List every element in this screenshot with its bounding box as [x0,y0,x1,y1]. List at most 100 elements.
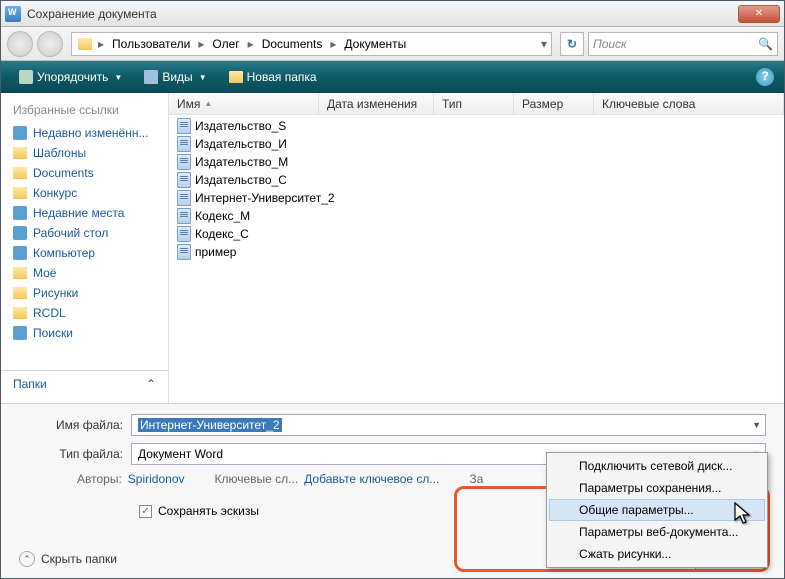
title-bar: Сохранение документа ✕ [1,1,784,27]
menu-compress-pictures[interactable]: Сжать рисунки... [549,543,765,565]
sidebar-item[interactable]: Поиски [1,323,168,343]
sidebar-item[interactable]: Недавние места [1,203,168,223]
breadcrumb-segment[interactable]: Пользователи [106,33,196,55]
folder-icon [78,38,92,50]
breadcrumb-segment[interactable]: Олег [206,33,245,55]
sidebar-item[interactable]: Рисунки [1,283,168,303]
breadcrumb-segment[interactable]: Documents [256,33,329,55]
hide-folders-button[interactable]: ⌃ Скрыть папки [19,551,117,567]
sidebar-item[interactable]: Documents [1,163,168,183]
file-row[interactable]: Издательство_S [169,117,784,135]
column-header-name[interactable]: Имя ▲ [169,93,319,114]
document-icon [177,208,191,224]
place-icon [13,246,27,260]
forward-button[interactable] [37,31,63,57]
sidebar-item-label: Рисунки [33,286,78,300]
organize-icon [19,70,33,84]
sidebar-item[interactable]: Недавно изменённ... [1,123,168,143]
file-row[interactable]: Издательство_С [169,171,784,189]
chevron-up-icon: ⌃ [19,551,35,567]
menu-save-options[interactable]: Параметры сохранения... [549,477,765,499]
place-icon [13,226,27,240]
views-icon [144,70,158,84]
sidebar-item[interactable]: Моё [1,263,168,283]
breadcrumb[interactable]: ▸ Пользователи ▸ Олег ▸ Documents ▸ Доку… [71,32,552,56]
filename-input[interactable]: Интернет-Университет_2 ▼ [131,414,766,436]
help-button[interactable]: ? [756,68,774,86]
file-name: Кодекс_С [195,227,249,241]
file-row[interactable]: Кодекс_М [169,207,784,225]
keywords-value[interactable]: Добавьте ключевое сл... [304,472,439,486]
toolbar: Упорядочить▼ Виды▼ Новая папка ? [1,61,784,93]
column-header-date[interactable]: Дата изменения [319,93,434,114]
sidebar-item-label: Documents [33,166,94,180]
search-placeholder: Поиск [593,37,627,51]
sidebar-item[interactable]: Компьютер [1,243,168,263]
menu-map-drive[interactable]: Подключить сетевой диск... [549,455,765,477]
folders-toggle[interactable]: Папки ⌃ [1,370,168,397]
column-header-size[interactable]: Размер [514,93,594,114]
chevron-down-icon[interactable]: ▾ [539,37,549,51]
sidebar-item[interactable]: Рабочий стол [1,223,168,243]
back-button[interactable] [7,31,33,57]
document-icon [177,118,191,134]
save-dialog: Сохранение документа ✕ ▸ Пользователи ▸ … [0,0,785,579]
folder-icon [13,147,27,159]
sidebar-item-label: RCDL [33,306,66,320]
document-icon [177,244,191,260]
file-row[interactable]: Издательство_М [169,153,784,171]
file-row[interactable]: Интернет-Университет_2 [169,189,784,207]
chevron-right-icon: ▸ [96,37,106,51]
title-label: За [469,472,483,486]
views-button[interactable]: Виды▼ [136,67,214,87]
breadcrumb-segment[interactable]: Документы [338,33,412,55]
sort-asc-icon: ▲ [204,99,212,108]
column-header-type[interactable]: Тип [434,93,514,114]
column-header-keywords[interactable]: Ключевые слова [594,93,784,114]
close-button[interactable]: ✕ [738,5,780,23]
menu-general-options[interactable]: Общие параметры... [549,499,765,521]
filetype-label: Тип файла: [19,447,131,461]
search-icon: 🔍 [758,37,773,51]
sidebar-item-label: Недавно изменённ... [33,126,148,140]
filetype-value: Документ Word [138,447,223,461]
sidebar-item[interactable]: Конкурс [1,183,168,203]
app-icon [5,6,21,22]
file-row[interactable]: пример [169,243,784,261]
filename-label: Имя файла: [19,418,131,432]
file-name: Издательство_S [195,119,286,133]
place-icon [13,206,27,220]
file-row[interactable]: Кодекс_С [169,225,784,243]
sidebar-item[interactable]: Шаблоны [1,143,168,163]
place-icon [13,326,27,340]
sidebar-item-label: Компьютер [33,246,95,260]
refresh-button[interactable]: ↻ [560,32,584,56]
column-headers: Имя ▲ Дата изменения Тип Размер Ключевые… [169,93,784,115]
chevron-down-icon: ▼ [114,73,122,82]
chevron-up-icon: ⌃ [146,377,156,391]
file-grid: Имя ▲ Дата изменения Тип Размер Ключевые… [169,93,784,403]
new-folder-button[interactable]: Новая папка [221,67,325,87]
sidebar-item-label: Моё [33,266,56,280]
sidebar-item[interactable]: RCDL [1,303,168,323]
organize-button[interactable]: Упорядочить▼ [11,67,130,87]
authors-value[interactable]: Spiridonov [128,472,185,486]
chevron-down-icon[interactable]: ▼ [752,420,761,430]
sidebar-item-label: Шаблоны [33,146,86,160]
folder-icon [13,267,27,279]
sidebar-item-label: Конкурс [33,186,77,200]
tools-context-menu: Подключить сетевой диск... Параметры сох… [546,452,768,568]
file-name: Издательство_М [195,155,288,169]
chevron-right-icon: ▸ [196,37,206,51]
authors-label: Авторы: [77,472,122,486]
document-icon [177,190,191,206]
save-thumbnail-label: Сохранять эскизы [158,504,259,518]
chevron-right-icon: ▸ [328,37,338,51]
menu-web-options[interactable]: Параметры веб-документа... [549,521,765,543]
nav-bar: ▸ Пользователи ▸ Олег ▸ Documents ▸ Доку… [1,27,784,61]
file-name: Интернет-Университет_2 [195,191,335,205]
file-row[interactable]: Издательство_И [169,135,784,153]
document-icon [177,226,191,242]
search-input[interactable]: Поиск 🔍 [588,32,778,56]
save-thumbnail-checkbox[interactable]: ✓ [139,505,152,518]
